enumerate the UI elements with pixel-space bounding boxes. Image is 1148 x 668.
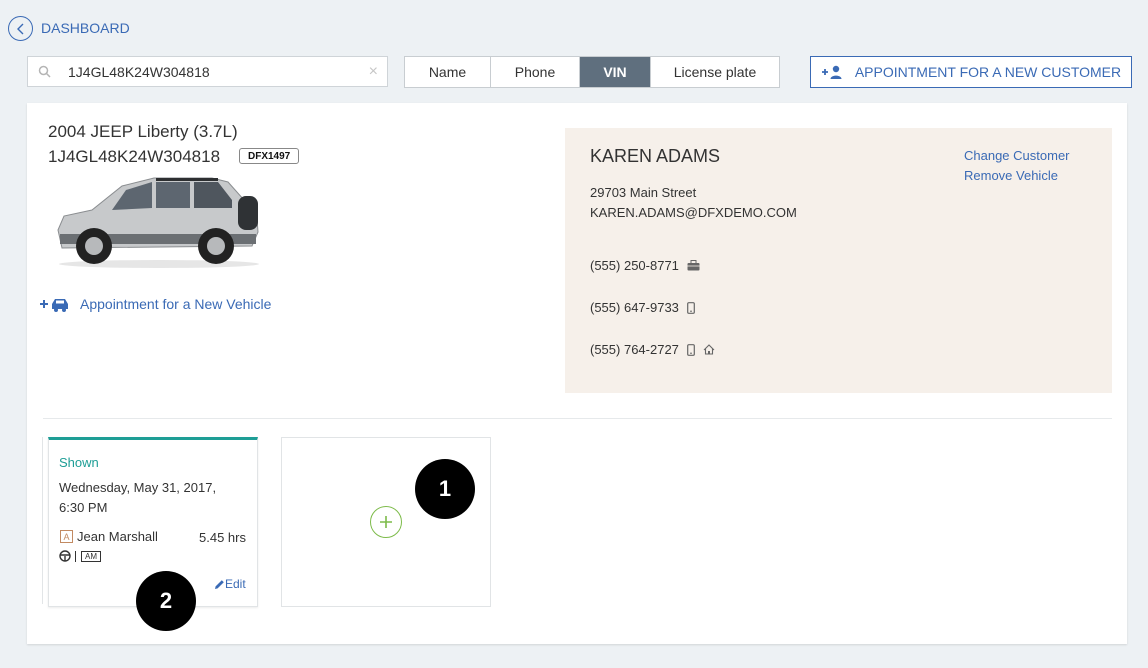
appointment-new-customer-label: APPOINTMENT FOR A NEW CUSTOMER — [854, 64, 1122, 80]
mobile-icon — [687, 343, 695, 356]
search-icon — [38, 65, 51, 78]
customer-email: KAREN.ADAMS@DFXDEMO.COM — [590, 205, 797, 220]
appointment-new-customer-button[interactable]: APPOINTMENT FOR A NEW CUSTOMER — [810, 56, 1132, 88]
appointment-hours: 5.45 hrs — [199, 530, 246, 545]
customer-phone-home: (555) 764-2727 — [590, 342, 715, 357]
phone-number: (555) 647-9733 — [590, 300, 679, 315]
appointment-technician: A Jean Marshall — [60, 529, 158, 544]
mobile-icon — [687, 301, 695, 314]
search-type-toggle: Name Phone VIN License plate — [404, 56, 780, 88]
annotation-marker-1: 1 — [415, 459, 475, 519]
remove-vehicle-link[interactable]: Remove Vehicle — [964, 168, 1058, 183]
annotation-marker-2: 2 — [136, 571, 196, 631]
steering-wheel-icon — [59, 550, 71, 562]
appointment-new-vehicle-label: Appointment for a New Vehicle — [80, 296, 272, 312]
add-user-icon — [821, 65, 843, 79]
add-appointment-button[interactable] — [370, 506, 402, 538]
clear-search-icon[interactable]: × — [369, 63, 378, 81]
edit-label: Edit — [225, 577, 246, 591]
appointment-date: Wednesday, May 31, 2017, — [59, 480, 217, 495]
customer-phone-mobile: (555) 647-9733 — [590, 300, 695, 315]
advisor-badge: A — [60, 530, 73, 543]
edit-appointment-link[interactable]: Edit — [214, 577, 246, 591]
add-car-icon — [40, 299, 68, 312]
phone-number: (555) 250-8771 — [590, 258, 679, 273]
home-icon — [703, 344, 715, 355]
section-divider — [43, 418, 1112, 419]
customer-address: 29703 Main Street — [590, 185, 697, 200]
filter-name[interactable]: Name — [405, 57, 491, 87]
customer-phone-work: (555) 250-8771 — [590, 258, 700, 273]
appointment-new-vehicle-link[interactable]: Appointment for a New Vehicle — [40, 296, 271, 312]
phone-number: (555) 764-2727 — [590, 342, 679, 357]
vehicle-image — [57, 177, 259, 268]
vehicle-vin: 1J4GL48K24W304818 — [48, 147, 221, 166]
pencil-icon — [215, 579, 224, 589]
filter-vin[interactable]: VIN — [580, 57, 651, 87]
search-input[interactable] — [68, 61, 358, 83]
dashboard-link[interactable]: DASHBOARD — [41, 20, 130, 36]
plus-icon — [380, 516, 392, 528]
technician-name: Jean Marshall — [77, 529, 158, 544]
appointment-time: 6:30 PM — [59, 500, 108, 515]
appointment-status: Shown — [59, 455, 99, 470]
filter-phone[interactable]: Phone — [491, 57, 580, 87]
search-box[interactable]: × — [27, 56, 388, 87]
chevron-left-icon — [16, 23, 23, 34]
back-button[interactable] — [8, 16, 33, 41]
appointment-card-edge — [42, 437, 43, 604]
change-customer-link[interactable]: Change Customer — [964, 148, 1070, 163]
customer-name: KAREN ADAMS — [590, 146, 721, 166]
license-plate-badge: DFX1497 — [239, 148, 300, 164]
vehicle-title: 2004 JEEP Liberty (3.7L) — [48, 122, 238, 141]
icon-separator — [75, 550, 76, 562]
am-badge: AM — [81, 550, 101, 562]
filter-license-plate[interactable]: License plate — [651, 57, 779, 87]
appointment-icons: AM — [59, 550, 101, 562]
briefcase-icon — [687, 260, 700, 271]
